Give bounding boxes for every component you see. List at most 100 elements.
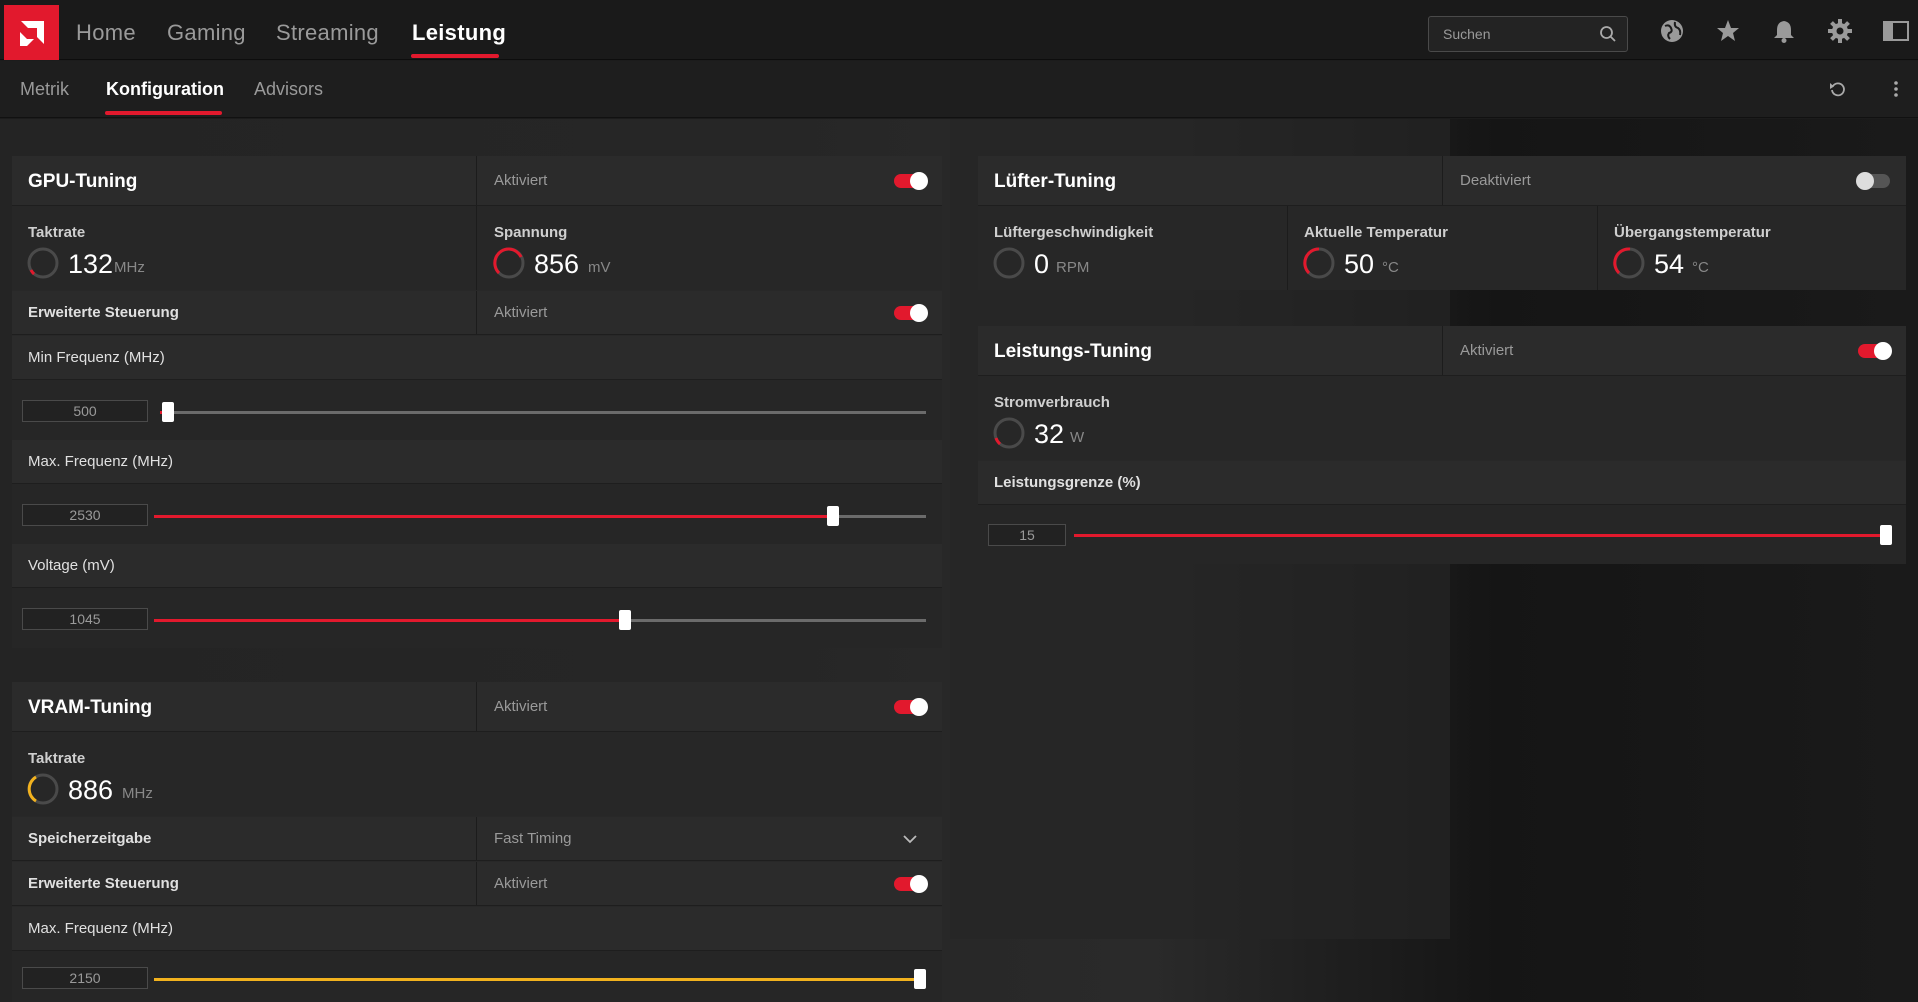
max-freq-slider-row: 2530: [12, 484, 942, 544]
sidebar-icon[interactable]: [1882, 18, 1910, 49]
gpu-tuning-status: Aktiviert: [494, 172, 548, 189]
min-freq-slider[interactable]: [160, 402, 926, 422]
fan-speed-label: Lüftergeschwindigkeit: [994, 224, 1154, 241]
gpu-tuning-toggle[interactable]: [894, 172, 928, 190]
voltage-slider[interactable]: [154, 610, 926, 630]
nav-tab-gaming[interactable]: Gaming: [167, 20, 246, 46]
current-temp-value: 50: [1344, 249, 1375, 279]
power-limit-input[interactable]: 15: [988, 524, 1066, 546]
row-divider: [476, 291, 477, 334]
fan-speed-value: 0: [1034, 249, 1050, 279]
min-freq-label-row: Min Frequenz (MHz): [12, 336, 942, 380]
voltage-value: 856: [534, 249, 580, 279]
reset-icon[interactable]: [1828, 79, 1848, 104]
junction-temp-value: 54: [1654, 249, 1685, 279]
clock-unit: MHz: [114, 259, 145, 276]
power-tuning-status: Aktiviert: [1460, 342, 1514, 359]
junction-temp-label: Übergangstemperatur: [1614, 224, 1771, 241]
voltage-thumb[interactable]: [619, 610, 631, 630]
search-icon[interactable]: [1599, 25, 1617, 48]
clock-gauge-icon: [27, 247, 59, 279]
max-freq-label-row: Max. Frequenz (MHz): [12, 440, 942, 484]
nav-tab-leistung[interactable]: Leistung: [412, 20, 506, 46]
gpu-advanced-toggle[interactable]: [894, 304, 928, 322]
gpu-tuning-header: GPU-Tuning Aktiviert: [12, 156, 942, 206]
vram-advanced-row: Erweiterte Steuerung Aktiviert: [12, 862, 942, 906]
vram-max-freq-input[interactable]: 2150: [22, 967, 148, 989]
min-freq-thumb[interactable]: [162, 402, 174, 422]
fan-speed-unit: RPM: [1056, 259, 1090, 276]
fan-tuning-toggle[interactable]: [1856, 172, 1890, 190]
vram-max-freq-label-row: Max. Frequenz (MHz): [12, 907, 942, 951]
max-freq-fill: [154, 515, 833, 518]
junction-temp-unit: °C: [1692, 259, 1709, 276]
subtab-advisors[interactable]: Advisors: [254, 79, 323, 100]
power-consumption-unit: W: [1070, 429, 1085, 446]
vram-max-freq-slider-row: 2150: [12, 951, 942, 1002]
nav-tab-home[interactable]: Home: [76, 20, 136, 46]
fan-tuning-card: Lüfter-Tuning Deaktiviert Lüftergeschwin…: [978, 156, 1906, 290]
fan-tuning-header: Lüfter-Tuning Deaktiviert: [978, 156, 1906, 206]
clock-label: Taktrate: [28, 224, 86, 241]
globe-icon[interactable]: [1659, 18, 1685, 49]
subtab-metrik[interactable]: Metrik: [20, 79, 69, 100]
search-input[interactable]: Suchen: [1443, 26, 1490, 42]
voltage-gauge-icon: [493, 247, 525, 279]
header-divider: [476, 682, 477, 731]
gpu-advanced-label: Erweiterte Steuerung: [28, 304, 179, 321]
nav-tab-streaming[interactable]: Streaming: [276, 20, 379, 46]
vram-metrics-row: Taktrate 886 MHz: [12, 732, 942, 816]
vram-clock-unit: MHz: [122, 785, 153, 802]
star-icon[interactable]: [1715, 18, 1741, 49]
header-divider: [1442, 156, 1443, 205]
max-freq-label: Max. Frequenz (MHz): [28, 453, 174, 470]
voltage-unit: mV: [588, 259, 611, 276]
power-limit-label: Leistungsgrenze (%): [994, 474, 1141, 491]
memory-timing-dropdown[interactable]: Fast Timing: [494, 830, 572, 847]
gpu-metrics-row: Taktrate 132 MHz Spannung 856 mV: [12, 206, 942, 290]
power-tuning-toggle[interactable]: [1858, 342, 1892, 360]
current-temp-label: Aktuelle Temperatur: [1304, 224, 1448, 241]
metric-divider: [476, 206, 477, 290]
junction-temp-gauge-icon: [1613, 247, 1645, 279]
vram-max-freq-label: Max. Frequenz (MHz): [28, 920, 174, 937]
max-freq-thumb[interactable]: [827, 506, 839, 526]
subtab-konfiguration[interactable]: Konfiguration: [106, 79, 224, 100]
max-freq-slider[interactable]: [154, 506, 926, 526]
active-tab-indicator: [411, 54, 499, 58]
fan-speed-gauge-icon: [993, 247, 1025, 279]
min-freq-slider-row: 500: [12, 380, 942, 440]
gpu-tuning-title: GPU-Tuning: [28, 171, 138, 192]
vram-max-freq-thumb[interactable]: [914, 969, 926, 989]
metric-divider: [1287, 206, 1288, 290]
vram-max-freq-fill: [154, 978, 926, 981]
power-tuning-title: Leistungs-Tuning: [994, 341, 1152, 362]
gpu-advanced-row: Erweiterte Steuerung Aktiviert: [12, 291, 942, 335]
voltage-fill: [154, 619, 625, 622]
power-metrics-row: Stromverbrauch 32 W: [978, 376, 1906, 460]
header-divider: [1442, 326, 1443, 375]
vram-clock-label: Taktrate: [28, 750, 86, 767]
vram-tuning-toggle[interactable]: [894, 698, 928, 716]
clock-value: 132: [68, 249, 114, 279]
chevron-down-icon[interactable]: [902, 832, 918, 851]
memory-timing-row: Speicherzeitgabe Fast Timing: [12, 817, 942, 861]
power-limit-slider[interactable]: [1074, 525, 1892, 545]
vram-clock-gauge-icon: [27, 773, 59, 805]
vram-max-freq-slider[interactable]: [154, 969, 926, 989]
power-tuning-header: Leistungs-Tuning Aktiviert: [978, 326, 1906, 376]
search-box[interactable]: Suchen: [1428, 16, 1628, 52]
power-limit-thumb[interactable]: [1880, 525, 1892, 545]
vram-advanced-toggle[interactable]: [894, 875, 928, 893]
gpu-advanced-status: Aktiviert: [494, 304, 548, 321]
min-freq-input[interactable]: 500: [22, 400, 148, 422]
amd-logo-icon[interactable]: [4, 5, 59, 60]
row-divider: [476, 817, 477, 860]
gear-icon[interactable]: [1827, 18, 1853, 49]
more-vert-icon[interactable]: [1888, 79, 1904, 104]
sub-navigation-bar: Metrik Konfiguration Advisors: [0, 61, 1918, 118]
power-consumption-label: Stromverbrauch: [994, 394, 1110, 411]
bell-icon[interactable]: [1771, 18, 1797, 49]
max-freq-input[interactable]: 2530: [22, 504, 148, 526]
voltage-input[interactable]: 1045: [22, 608, 148, 630]
